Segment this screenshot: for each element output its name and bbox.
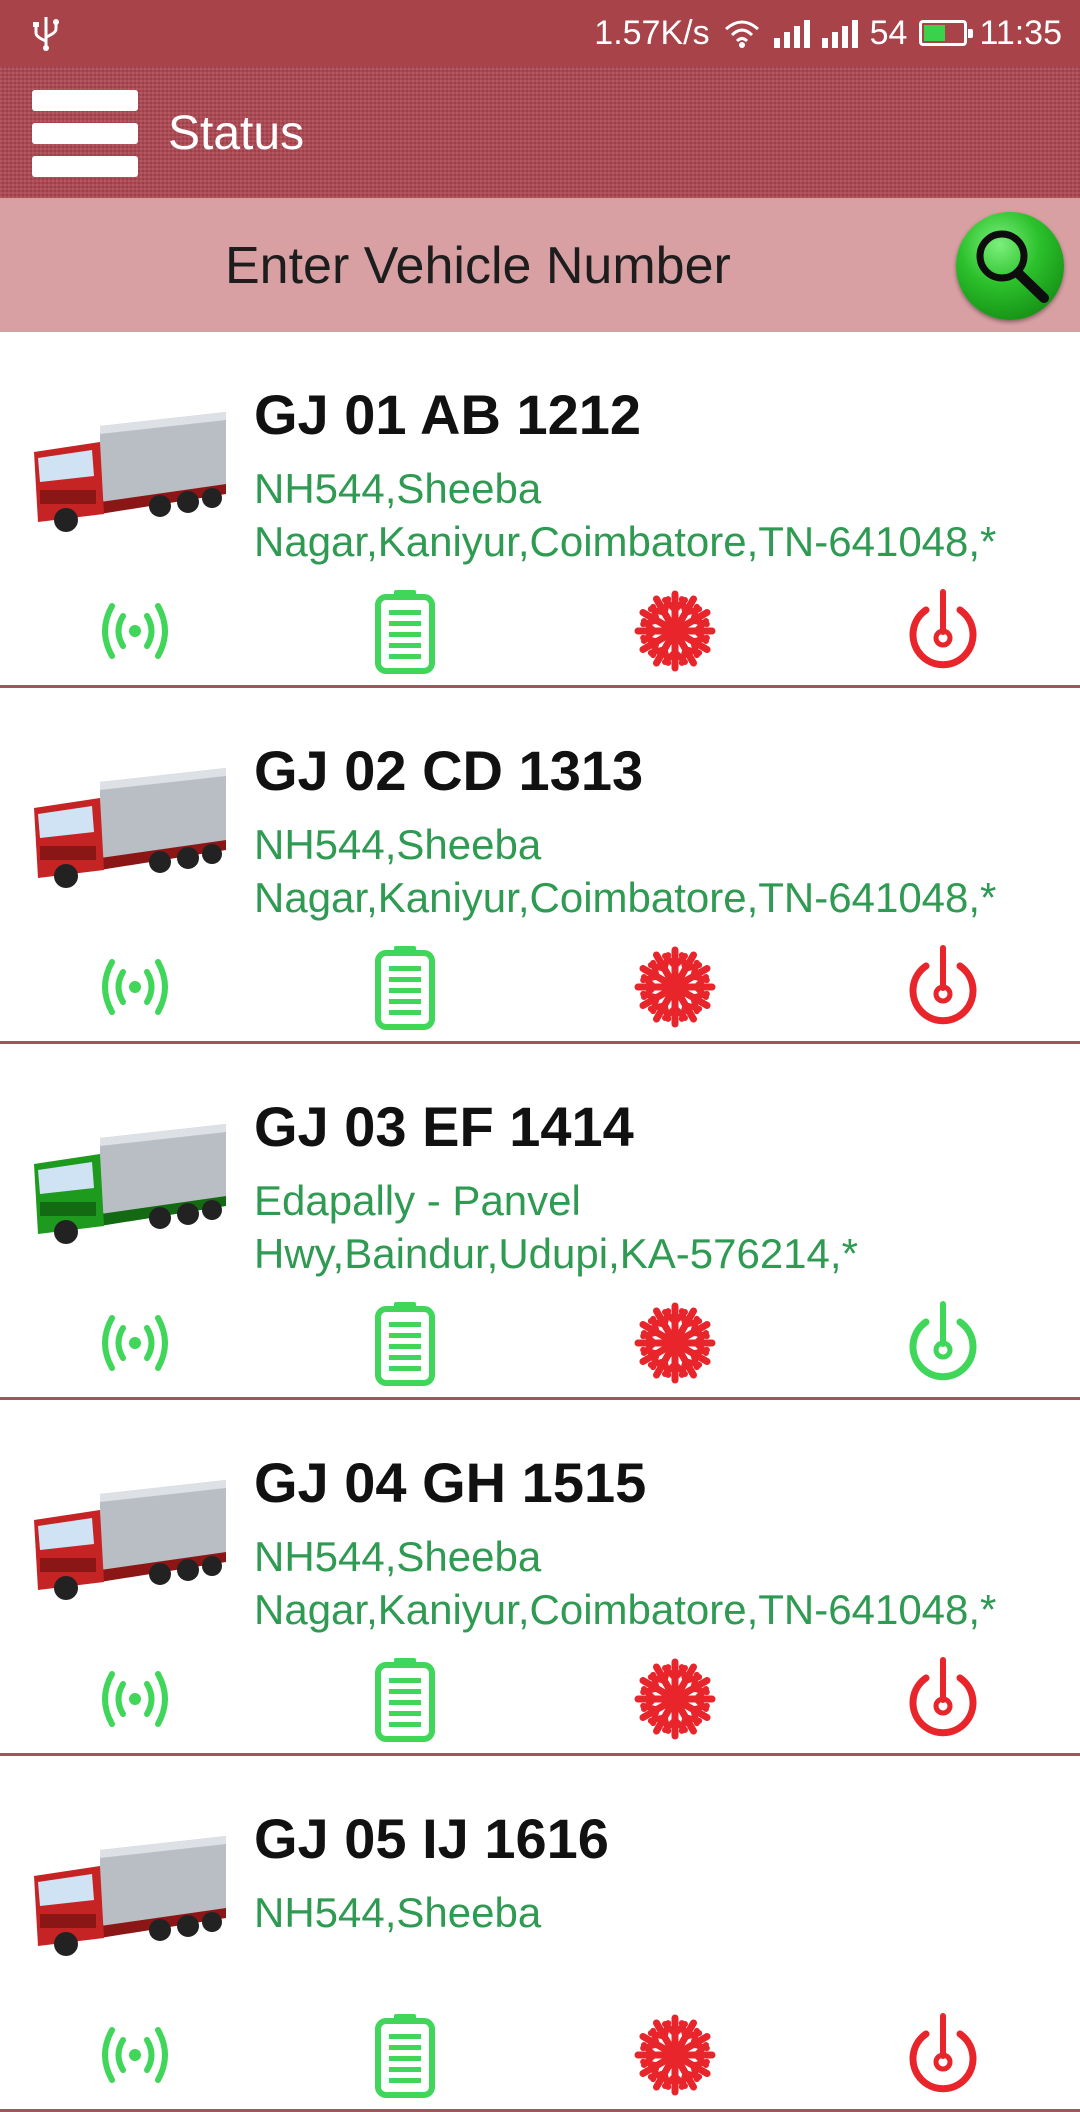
ac-snowflake-icon bbox=[634, 2014, 716, 2096]
battery-percent: 54 bbox=[869, 13, 908, 52]
vehicle-number: GJ 02 CD 1313 bbox=[254, 739, 644, 802]
signal-strength-icon-1 bbox=[773, 18, 810, 48]
vehicle-list-item[interactable]: GJ 03 EF 1414 Edapally - Panvel Hwy,Bain… bbox=[0, 1044, 1080, 1400]
vehicle-status-icons bbox=[0, 1656, 1080, 1746]
ignition-power-icon bbox=[909, 1301, 977, 1381]
address-line-2: Nagar,Kaniyur,Coimbatore,TN-641048,* bbox=[254, 1586, 997, 1633]
wifi-icon bbox=[724, 20, 759, 48]
battery-icon bbox=[375, 946, 435, 1030]
truck-icon bbox=[34, 1124, 226, 1244]
address-line-1: NH544,Sheeba bbox=[254, 465, 542, 512]
address-line-1: NH544,Sheeba bbox=[254, 1889, 542, 1936]
vehicle-address: NH544,Sheeba Nagar,Kaniyur,Coimbatore,TN… bbox=[254, 818, 1054, 924]
hamburger-menu-icon[interactable] bbox=[32, 90, 138, 177]
ignition-power-icon bbox=[909, 945, 977, 1025]
search-icon bbox=[976, 230, 1049, 303]
vehicle-list-item[interactable]: GJ 05 IJ 1616 NH544,Sheeba bbox=[0, 1756, 1080, 2112]
vehicle-address: NH544,Sheeba bbox=[254, 1886, 1054, 1939]
battery-icon bbox=[375, 1658, 435, 1742]
vehicle-status-icons bbox=[0, 588, 1080, 678]
gps-signal-icon bbox=[102, 603, 168, 659]
truck-icon bbox=[34, 1836, 226, 1956]
page-title: Status bbox=[168, 107, 305, 160]
address-line-2: Nagar,Kaniyur,Coimbatore,TN-641048,* bbox=[254, 518, 997, 565]
ignition-power-icon bbox=[909, 2013, 977, 2093]
vehicle-number: GJ 05 IJ 1616 bbox=[254, 1807, 609, 1870]
ignition-power-icon bbox=[909, 1657, 977, 1737]
vehicle-list: GJ 01 AB 1212 NH544,Sheeba Nagar,Kaniyur… bbox=[0, 332, 1080, 2112]
address-line-2: Hwy,Baindur,Udupi,KA-576214,* bbox=[254, 1230, 858, 1277]
usb-icon bbox=[33, 17, 59, 51]
search-bar: Enter Vehicle Number bbox=[0, 198, 1080, 332]
vehicle-number: GJ 04 GH 1515 bbox=[254, 1451, 647, 1514]
battery-icon bbox=[375, 590, 435, 674]
clock: 11:35 bbox=[979, 13, 1062, 52]
signal-strength-icon-2 bbox=[821, 18, 858, 48]
status-bar: 1.57K/s 54 11:35 bbox=[0, 0, 1080, 66]
vehicle-list-item[interactable]: GJ 01 AB 1212 NH544,Sheeba Nagar,Kaniyur… bbox=[0, 332, 1080, 688]
truck-icon bbox=[34, 412, 226, 532]
address-line-1: NH544,Sheeba bbox=[254, 821, 542, 868]
vehicle-number: GJ 01 AB 1212 bbox=[254, 383, 642, 446]
gps-signal-icon bbox=[102, 1671, 168, 1727]
vehicle-address: NH544,Sheeba Nagar,Kaniyur,Coimbatore,TN… bbox=[254, 1530, 1054, 1636]
ac-snowflake-icon bbox=[634, 1658, 716, 1740]
ac-snowflake-icon bbox=[634, 590, 716, 672]
vehicle-search-input[interactable]: Enter Vehicle Number bbox=[225, 236, 731, 296]
address-line-1: Edapally - Panvel bbox=[254, 1177, 581, 1224]
gps-signal-icon bbox=[102, 959, 168, 1015]
search-button[interactable] bbox=[956, 212, 1064, 320]
battery-status-icon bbox=[919, 20, 974, 46]
ignition-power-icon bbox=[909, 589, 977, 669]
vehicle-list-item[interactable]: GJ 04 GH 1515 NH544,Sheeba Nagar,Kaniyur… bbox=[0, 1400, 1080, 1756]
gps-signal-icon bbox=[102, 1315, 168, 1371]
vehicle-number: GJ 03 EF 1414 bbox=[254, 1095, 634, 1158]
vehicle-status-icons bbox=[0, 2012, 1080, 2102]
address-line-2: Nagar,Kaniyur,Coimbatore,TN-641048,* bbox=[254, 874, 997, 921]
ac-snowflake-icon bbox=[634, 946, 716, 1028]
address-line-1: NH544,Sheeba bbox=[254, 1533, 542, 1580]
gps-signal-icon bbox=[102, 2027, 168, 2083]
vehicle-status-icons bbox=[0, 944, 1080, 1034]
vehicle-address: Edapally - Panvel Hwy,Baindur,Udupi,KA-5… bbox=[254, 1174, 1054, 1280]
vehicle-status-icons bbox=[0, 1300, 1080, 1390]
vehicle-list-item[interactable]: GJ 02 CD 1313 NH544,Sheeba Nagar,Kaniyur… bbox=[0, 688, 1080, 1044]
vehicle-address: NH544,Sheeba Nagar,Kaniyur,Coimbatore,TN… bbox=[254, 462, 1054, 568]
battery-icon bbox=[375, 1302, 435, 1386]
battery-icon bbox=[375, 2014, 435, 2098]
truck-icon bbox=[34, 768, 226, 888]
network-speed: 1.57K/s bbox=[594, 13, 710, 52]
ac-snowflake-icon bbox=[634, 1302, 716, 1384]
truck-icon bbox=[34, 1480, 226, 1600]
app-header: Status bbox=[0, 66, 1080, 198]
